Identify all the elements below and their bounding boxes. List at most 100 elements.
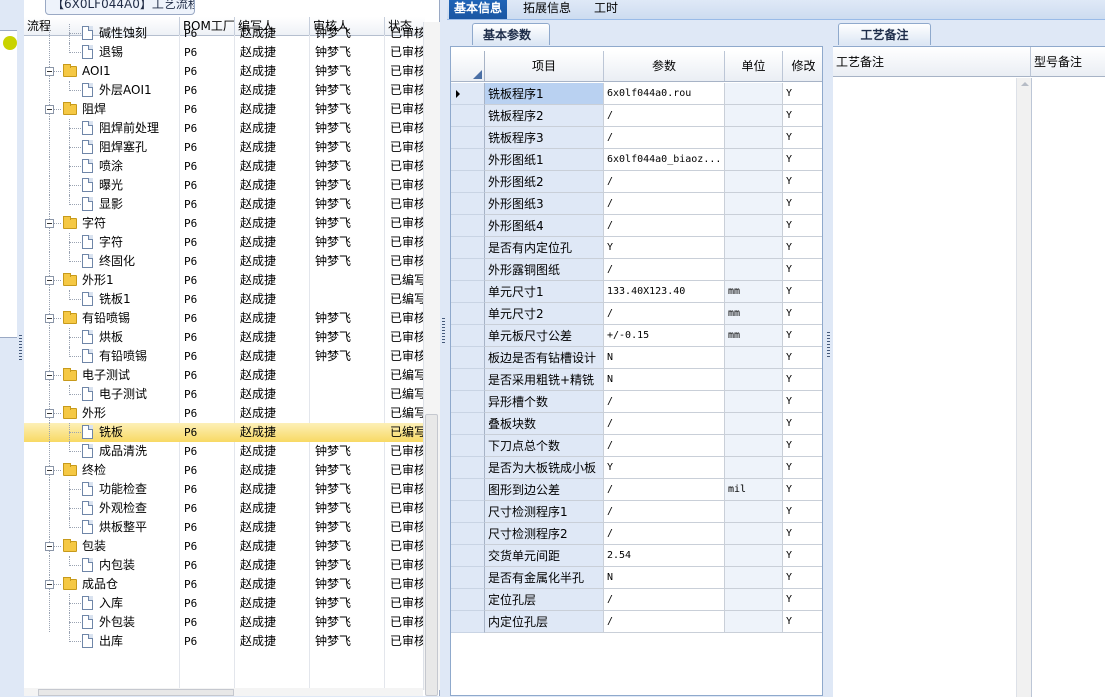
row-selector[interactable] [451, 237, 485, 259]
param-unit-cell[interactable]: mm [725, 325, 783, 347]
param-row[interactable]: 异形槽个数 / Y [451, 391, 822, 413]
param-row[interactable]: 交货单元间距 2.54 Y [451, 545, 822, 567]
param-modify-cell[interactable]: Y [783, 523, 822, 545]
collapse-toggle-icon[interactable] [45, 276, 54, 285]
param-modify-cell[interactable]: Y [783, 83, 822, 105]
tree-row[interactable]: 包装 P6 赵成捷 钟梦飞 已审核 [24, 537, 425, 556]
row-selector[interactable] [451, 545, 485, 567]
row-selector[interactable] [451, 83, 485, 105]
param-unit-cell[interactable] [725, 237, 783, 259]
tree-row[interactable]: 阻焊 P6 赵成捷 钟梦飞 已审核 [24, 100, 425, 119]
tree-row[interactable]: 外观检查 P6 赵成捷 钟梦飞 已审核 [24, 499, 425, 518]
row-selector[interactable] [451, 479, 485, 501]
collapse-toggle-icon[interactable] [45, 466, 54, 475]
tree-row[interactable]: 成品清洗 P6 赵成捷 钟梦飞 已审核 [24, 442, 425, 461]
param-row[interactable]: 是否采用粗铣+精铣 N Y [451, 369, 822, 391]
tree-vertical-scrollbar[interactable] [423, 22, 440, 696]
tree-row[interactable]: 喷涂 P6 赵成捷 钟梦飞 已审核 [24, 157, 425, 176]
param-row[interactable]: 单元尺寸1 133.40X123.40 mm Y [451, 281, 822, 303]
param-value-cell[interactable]: N [604, 369, 725, 391]
tree-row[interactable]: 曝光 P6 赵成捷 钟梦飞 已审核 [24, 176, 425, 195]
scroll-up-arrow-icon[interactable] [1021, 82, 1029, 86]
row-selector[interactable] [451, 391, 485, 413]
param-unit-cell[interactable] [725, 347, 783, 369]
collapse-toggle-icon[interactable] [45, 542, 54, 551]
tree-row[interactable]: 外包装 P6 赵成捷 钟梦飞 已审核 [24, 613, 425, 632]
row-selector[interactable] [451, 193, 485, 215]
tree-row[interactable]: 显影 P6 赵成捷 钟梦飞 已审核 [24, 195, 425, 214]
param-value-cell[interactable]: / [604, 589, 725, 611]
tree-row[interactable]: 烘板整平 P6 赵成捷 钟梦飞 已审核 [24, 518, 425, 537]
param-value-cell[interactable]: 133.40X123.40 [604, 281, 725, 303]
param-unit-cell[interactable] [725, 193, 783, 215]
tree-hscroll-thumb[interactable] [38, 689, 234, 696]
param-value-cell[interactable]: 6x0lf044a0_biaoz... [604, 149, 725, 171]
tree-row[interactable]: 字符 P6 赵成捷 钟梦飞 已审核 [24, 214, 425, 233]
right-splitter[interactable] [825, 20, 833, 696]
param-unit-cell[interactable] [725, 501, 783, 523]
center-splitter[interactable] [440, 0, 448, 696]
param-modify-cell[interactable]: Y [783, 237, 822, 259]
param-modify-cell[interactable]: Y [783, 259, 822, 281]
param-value-cell[interactable]: Y [604, 457, 725, 479]
param-unit-cell[interactable] [725, 457, 783, 479]
collapse-toggle-icon[interactable] [45, 409, 54, 418]
tree-row[interactable]: 铣板 P6 赵成捷 已编写 [24, 423, 425, 442]
tree-row[interactable]: 外层AOI1 P6 赵成捷 钟梦飞 已审核 [24, 81, 425, 100]
param-modify-cell[interactable]: Y [783, 567, 822, 589]
param-value-cell[interactable]: / [604, 479, 725, 501]
tree-row[interactable]: 终检 P6 赵成捷 钟梦飞 已审核 [24, 461, 425, 480]
param-value-cell[interactable]: / [604, 259, 725, 281]
tree-row[interactable]: 有铅喷锡 P6 赵成捷 钟梦飞 已审核 [24, 347, 425, 366]
column-header-modify[interactable]: 修改 [783, 51, 822, 81]
row-selector[interactable] [451, 589, 485, 611]
param-row[interactable]: 铣板程序2/ Y [451, 105, 822, 127]
param-unit-cell[interactable] [725, 567, 783, 589]
row-selector[interactable] [451, 259, 485, 281]
param-unit-cell[interactable] [725, 83, 783, 105]
row-selector[interactable] [451, 171, 485, 193]
param-modify-cell[interactable]: Y [783, 611, 822, 633]
param-row[interactable]: 是否有内定位孔 Y Y [451, 237, 822, 259]
param-modify-cell[interactable]: Y [783, 457, 822, 479]
param-row[interactable]: 板边是否有钻槽设计 N Y [451, 347, 822, 369]
param-unit-cell[interactable] [725, 545, 783, 567]
param-value-cell[interactable]: / [604, 303, 725, 325]
param-modify-cell[interactable]: Y [783, 413, 822, 435]
row-selector[interactable] [451, 347, 485, 369]
tree-row[interactable]: 终固化 P6 赵成捷 钟梦飞 已审核 [24, 252, 425, 271]
param-value-cell[interactable]: / [604, 413, 725, 435]
model-notes-textarea[interactable] [1031, 78, 1105, 697]
row-selector[interactable] [451, 369, 485, 391]
param-row[interactable]: 图形到边公差 / mil Y [451, 479, 822, 501]
param-value-cell[interactable]: / [604, 523, 725, 545]
param-unit-cell[interactable] [725, 171, 783, 193]
param-row[interactable]: 定位孔层 / Y [451, 589, 822, 611]
param-modify-cell[interactable]: Y [783, 127, 822, 149]
param-value-cell[interactable]: / [604, 171, 725, 193]
param-row[interactable]: 叠板块数 / Y [451, 413, 822, 435]
param-unit-cell[interactable] [725, 369, 783, 391]
collapse-toggle-icon[interactable] [45, 105, 54, 114]
tree-row[interactable]: 阻焊前处理 P6 赵成捷 钟梦飞 已审核 [24, 119, 425, 138]
param-unit-cell[interactable] [725, 215, 783, 237]
param-value-cell[interactable]: N [604, 567, 725, 589]
param-value-cell[interactable]: / [604, 501, 725, 523]
process-notes-textarea[interactable] [833, 78, 1016, 697]
param-modify-cell[interactable]: Y [783, 149, 822, 171]
tree-row[interactable]: 阻焊塞孔 P6 赵成捷 钟梦飞 已审核 [24, 138, 425, 157]
param-value-cell[interactable]: / [604, 127, 725, 149]
param-row[interactable]: 内定位孔层 / Y [451, 611, 822, 633]
tree-row[interactable]: 电子测试 P6 赵成捷 已编写 [24, 385, 425, 404]
param-unit-cell[interactable] [725, 435, 783, 457]
param-modify-cell[interactable]: Y [783, 105, 822, 127]
param-value-cell[interactable]: / [604, 215, 725, 237]
tree-scroll-thumb[interactable] [425, 414, 438, 696]
row-selector[interactable] [451, 523, 485, 545]
param-value-cell[interactable]: Y [604, 237, 725, 259]
param-unit-cell[interactable] [725, 149, 783, 171]
column-header-unit[interactable]: 单位 [725, 51, 783, 81]
param-modify-cell[interactable]: Y [783, 545, 822, 567]
param-modify-cell[interactable]: Y [783, 369, 822, 391]
row-selector[interactable] [451, 413, 485, 435]
